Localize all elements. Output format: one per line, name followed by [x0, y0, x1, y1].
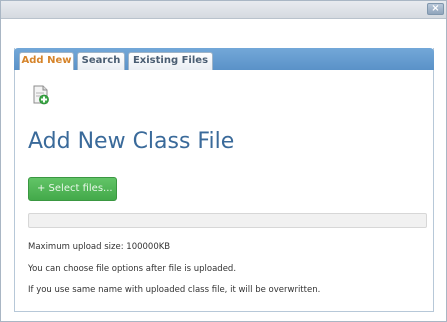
close-icon: ×: [431, 3, 440, 14]
overwrite-warning: If you use same name with uploaded class…: [28, 285, 321, 295]
select-files-button[interactable]: + Select files...: [28, 177, 117, 201]
select-files-button-label: + Select files...: [37, 183, 113, 194]
max-upload-size-text: Maximum upload size: 100000KB: [28, 242, 171, 252]
upload-progress-bar: [28, 213, 427, 228]
title-bar: ×: [1, 1, 446, 19]
file-add-icon: [33, 85, 49, 105]
tab-search-label: Search: [81, 55, 121, 66]
tab-bar: Add New Search Existing Files: [14, 48, 434, 70]
page-title: Add New Class File: [28, 129, 235, 154]
tab-add-new[interactable]: Add New: [19, 52, 74, 70]
close-button[interactable]: ×: [427, 3, 444, 15]
tab-add-new-label: Add New: [21, 55, 72, 66]
tab-existing-files-label: Existing Files: [132, 55, 209, 66]
tab-search[interactable]: Search: [77, 52, 125, 70]
file-options-hint: You can choose file options after file i…: [28, 264, 237, 274]
upload-dialog: × Add New Search Existing Files Add New …: [0, 0, 447, 322]
tab-existing-files[interactable]: Existing Files: [128, 52, 213, 70]
